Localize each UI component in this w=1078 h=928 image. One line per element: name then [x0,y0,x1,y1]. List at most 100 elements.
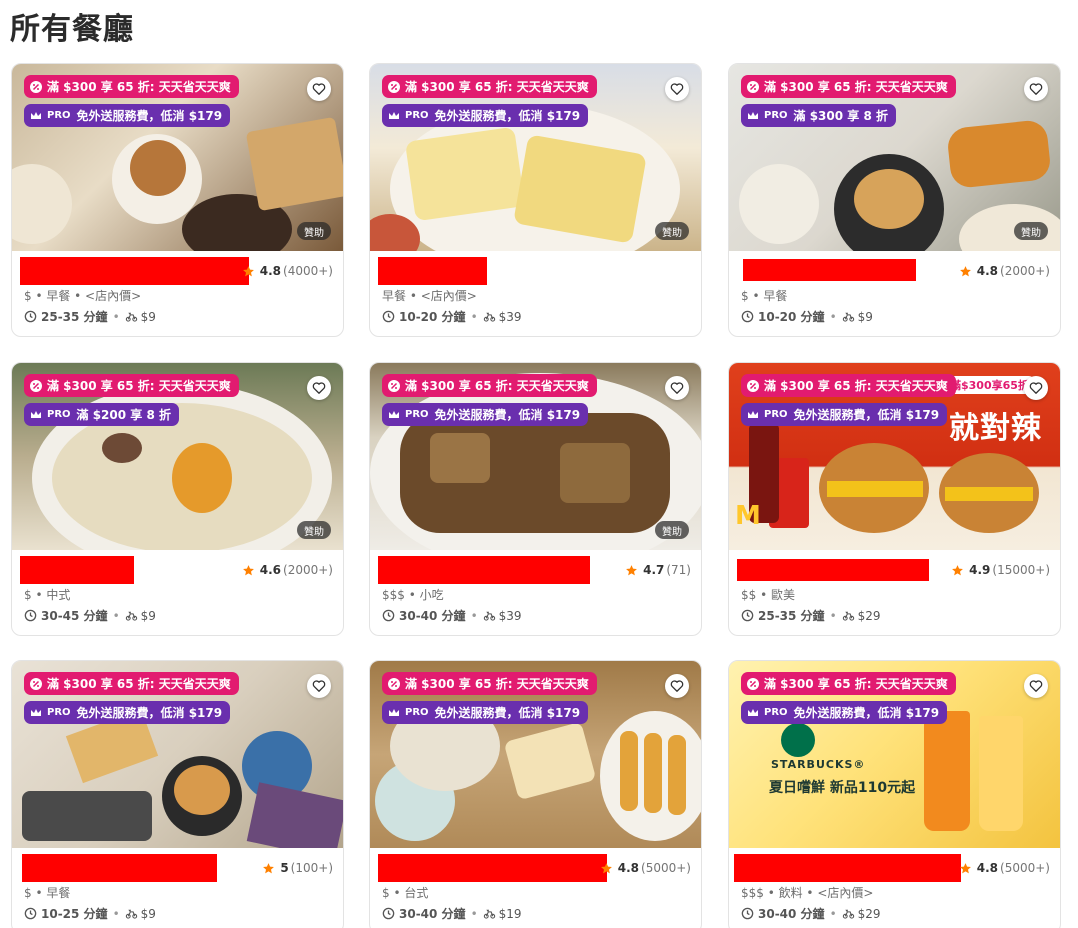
deal-text: 滿 $300 享 65 折: 天天省天天爽 [764,80,948,94]
delivery-time: 10-20 分鐘 [758,310,825,324]
rating-count: (100+) [290,861,333,875]
star-icon [242,265,254,276]
clock-icon [741,907,754,920]
crown-icon [389,708,399,716]
rating: 4.8 (4000+) [242,264,333,278]
rating: 5 (100+) [262,861,333,875]
separator: • [470,906,478,921]
favorite-button[interactable] [665,77,689,101]
star-icon [952,564,964,575]
clock-icon [382,609,395,622]
crown-icon [748,708,758,716]
rating: 4.7 (71) [625,563,691,577]
restaurant-meta: $ • 台式 [382,886,429,900]
delivery-info: 10-20 分鐘 • $39 [382,308,522,325]
restaurant-card[interactable]: 滿 $300 享 65 折: 天天省天天爽 PRO 免外送服務費，低消 $179… [11,63,344,337]
favorite-button[interactable] [307,376,331,400]
separator: • [829,906,837,921]
rating-score: 4.9 [969,563,991,577]
restaurant-card[interactable]: 滿 $300 享 65 折: 天天省天天爽 PRO 免外送服務費，低消 $179… [11,660,344,928]
restaurant-name-redacted[interactable] [734,854,961,882]
restaurant-meta: $ • 早餐 [24,886,71,900]
delivery-time: 10-20 分鐘 [399,310,466,324]
favorite-button[interactable] [665,376,689,400]
delivery-fee: $9 [140,309,156,324]
restaurant-name-redacted[interactable] [20,556,134,584]
crown-icon [31,410,41,418]
pro-text: 免外送服務費，低消 $179 [793,408,940,422]
favorite-button[interactable] [1024,674,1048,698]
delivery-fee: $29 [857,906,881,921]
deal-text: 滿 $300 享 65 折: 天天省天天爽 [764,677,948,691]
restaurant-card[interactable]: 滿 $300 享 65 折: 天天省天天爽 PRO 免外送服務費，低消 $179… [369,660,702,928]
heart-icon [1029,680,1043,692]
heart-icon [670,680,684,692]
deal-text: 滿 $300 享 65 折: 天天省天天爽 [405,677,589,691]
favorite-button[interactable] [307,77,331,101]
deal-text: 滿 $300 享 65 折: 天天省天天爽 [47,80,231,94]
separator: • [112,608,120,623]
restaurant-name-redacted[interactable] [20,257,249,285]
discount-icon [747,80,759,93]
star-icon [600,862,612,873]
separator: • [829,608,837,623]
restaurant-meta: $ • 中式 [24,588,71,602]
restaurant-name-redacted[interactable] [743,259,916,281]
restaurant-card[interactable]: 滿 $300 享 65 折: 天天省天天爽 PRO 免外送服務費，低消 $179… [369,63,702,337]
delivery-time: 30-40 分鐘 [399,609,466,623]
pro-badge: PRO 免外送服務費，低消 $179 [382,701,589,724]
restaurant-name-redacted[interactable] [737,559,929,581]
discount-icon [30,80,42,93]
bike-icon [483,611,495,621]
favorite-button[interactable] [1024,77,1048,101]
star-icon [626,564,638,575]
restaurant-card[interactable]: STARBUCKS® 夏日嚐鮮 新品110元起 滿 $300 享 65 折: 天… [728,660,1061,928]
deal-badge: 滿 $300 享 65 折: 天天省天天爽 [741,374,956,397]
delivery-info: 10-20 分鐘 • $9 [741,308,873,325]
discount-icon [30,379,42,392]
discount-icon [30,677,42,690]
restaurant-card[interactable]: 滿 $300 享 65 折: 天天省天天爽 PRO 免外送服務費，低消 $179… [369,362,702,636]
pro-badge: PRO 滿 $300 享 8 折 [741,104,896,127]
heart-icon [312,680,326,692]
pro-badge: PRO 滿 $200 享 8 折 [24,403,179,426]
bike-icon [125,611,137,621]
rating-count: (5000+) [641,861,691,875]
crown-icon [389,111,399,119]
restaurant-card[interactable]: 滿 $300 享 65 折: 天天省天天爽 PRO 滿 $200 享 8 折 贊… [11,362,344,636]
separator: • [829,309,837,324]
separator: • [470,608,478,623]
heart-icon [1029,83,1043,95]
restaurant-name-redacted[interactable] [378,257,487,285]
restaurant-name-redacted[interactable] [22,854,217,882]
deal-badge: 滿 $300 享 65 折: 天天省天天爽 [24,75,239,98]
heart-icon [670,382,684,394]
heart-icon [1029,382,1043,394]
sponsored-badge: 贊助 [655,222,689,240]
pro-text: 免外送服務費，低消 $179 [76,706,223,720]
delivery-fee: $29 [857,608,881,623]
restaurant-meta: $$$ • 飲料 • <店內價> [741,886,874,900]
heart-icon [312,382,326,394]
favorite-button[interactable] [307,674,331,698]
rating-count: (15000+) [992,563,1050,577]
pro-badge: PRO 免外送服務費，低消 $179 [382,104,589,127]
rating-count: (2000+) [1000,264,1050,278]
delivery-fee: $9 [140,906,156,921]
delivery-time: 30-40 分鐘 [399,907,466,921]
discount-icon [747,379,759,392]
restaurant-card[interactable]: M 就對辣 滿$300享65折 滿 $300 享 65 折: 天天省天天爽 PR… [728,362,1061,636]
pro-text: 免外送服務費，低消 $179 [434,408,581,422]
restaurant-name-redacted[interactable] [378,556,590,584]
deal-badge: 滿 $300 享 65 折: 天天省天天爽 [741,75,956,98]
favorite-button[interactable] [1024,376,1048,400]
rating-score: 4.7 [643,563,665,577]
pro-label: PRO [764,409,788,420]
star-icon [263,862,275,873]
restaurant-name-redacted[interactable] [378,854,607,882]
favorite-button[interactable] [665,674,689,698]
restaurant-card[interactable]: 滿 $300 享 65 折: 天天省天天爽 PRO 滿 $300 享 8 折 贊… [728,63,1061,337]
crown-icon [389,410,399,418]
rating-score: 4.8 [976,861,999,875]
rating-count: (2000+) [283,563,333,577]
